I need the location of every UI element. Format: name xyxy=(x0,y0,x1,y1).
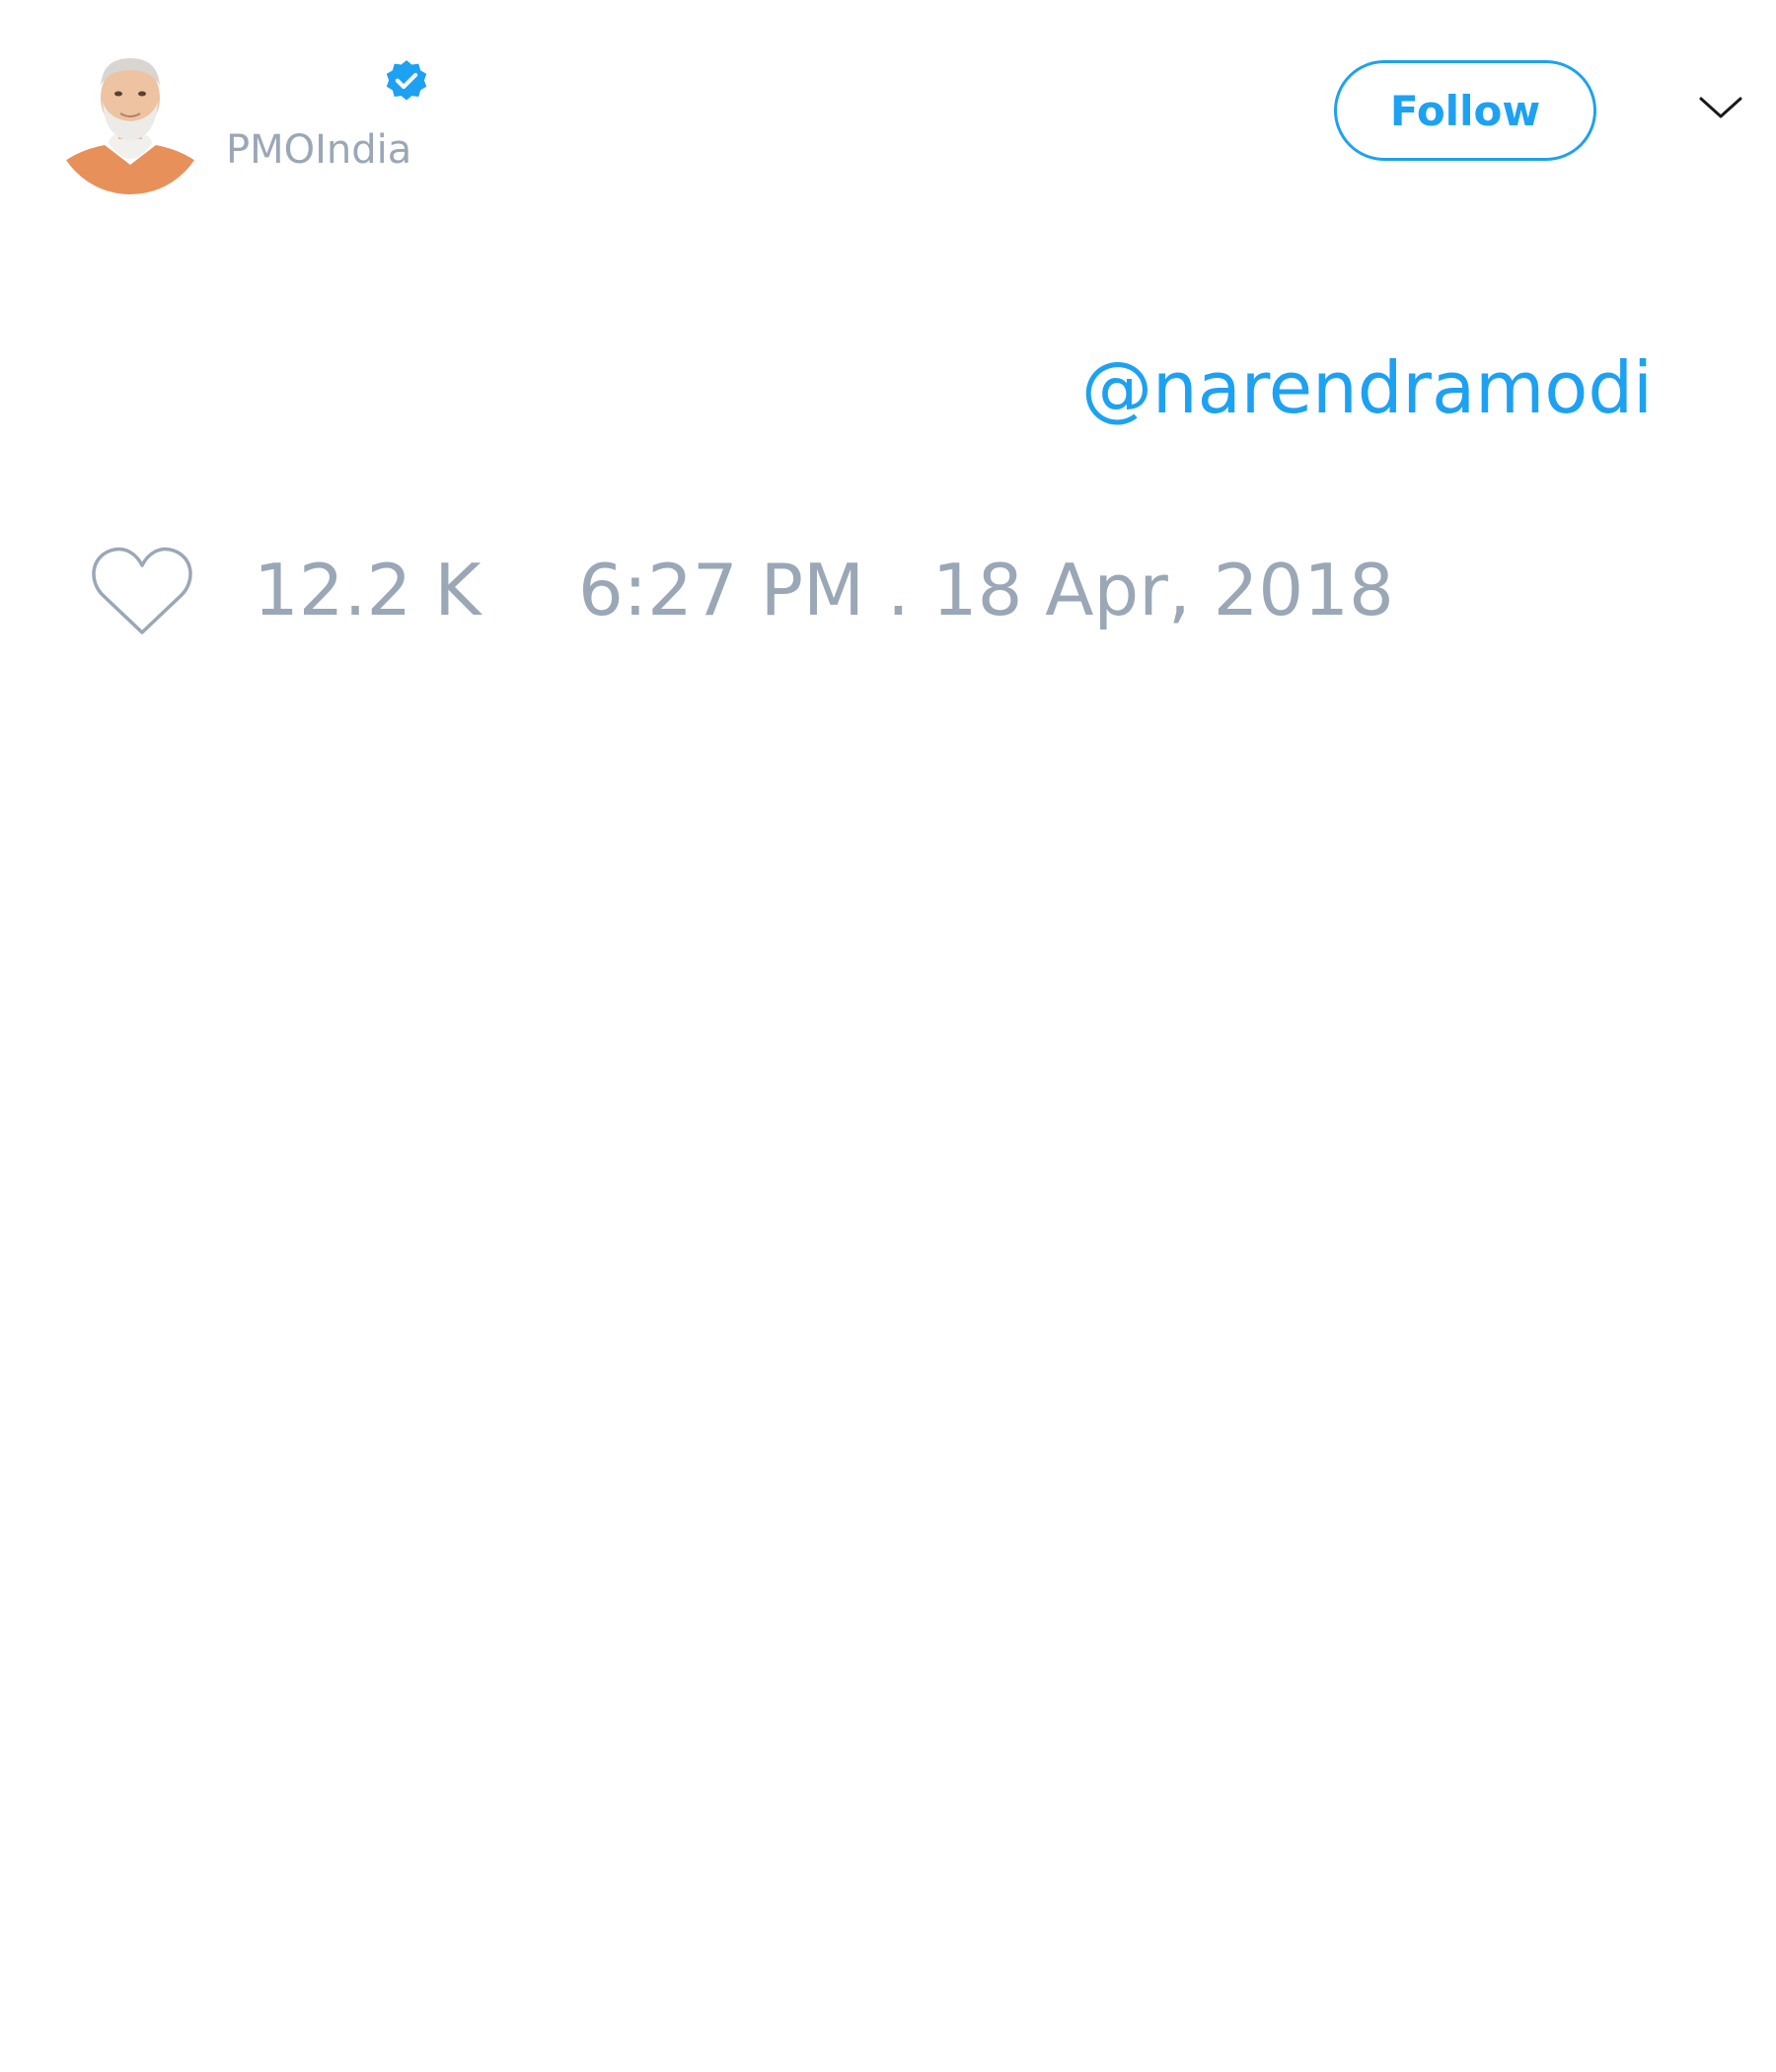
verified-badge-icon xyxy=(386,60,427,101)
mention-link[interactable]: @narendramodi xyxy=(1081,347,1653,428)
avatar[interactable] xyxy=(53,40,207,194)
follow-button[interactable]: Follow xyxy=(1334,60,1596,161)
author-handle[interactable]: PMOIndia xyxy=(226,126,411,174)
chevron-down-icon[interactable] xyxy=(1697,93,1744,122)
tweet-timestamp[interactable]: 6:27 PM . 18 Apr, 2018 xyxy=(578,550,1394,630)
heart-outline-icon[interactable] xyxy=(89,544,195,638)
like-count: 12.2 K xyxy=(254,549,481,631)
